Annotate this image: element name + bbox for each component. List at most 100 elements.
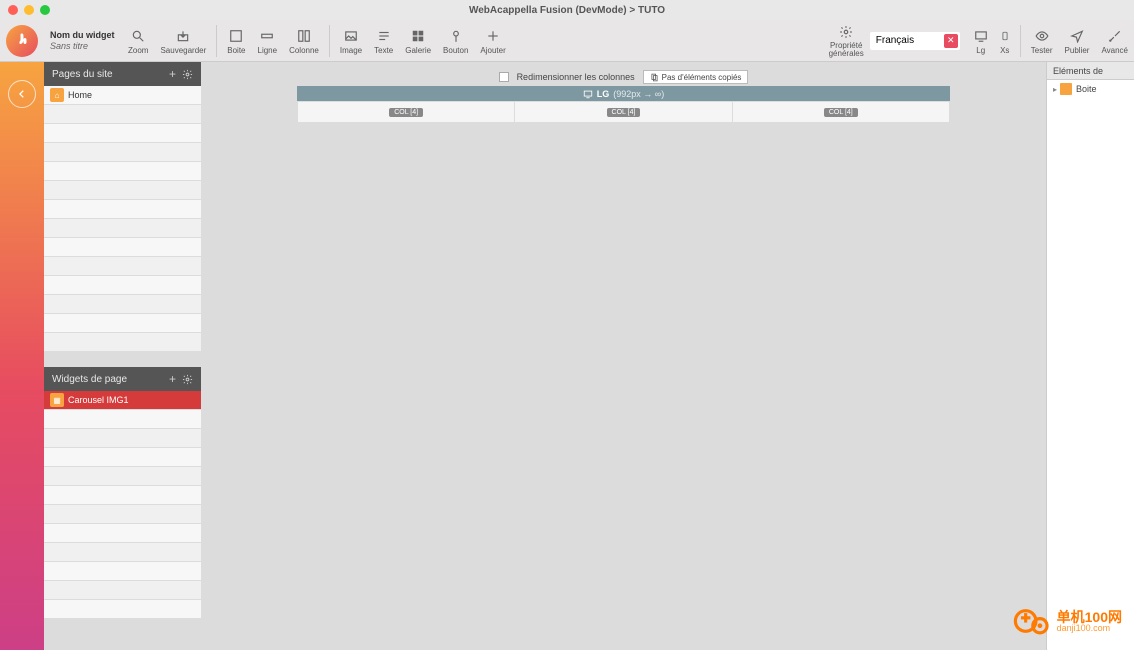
list-item[interactable] <box>44 162 201 180</box>
test-button[interactable]: Tester <box>1025 20 1059 62</box>
list-item[interactable] <box>44 333 201 351</box>
app-logo[interactable] <box>0 20 44 62</box>
list-item[interactable] <box>44 524 201 542</box>
clipboard-icon <box>650 73 659 82</box>
widgets-list: ▦ Carousel IMG1 <box>44 391 201 650</box>
resize-columns-checkbox[interactable] <box>499 72 509 82</box>
list-item[interactable] <box>44 219 201 237</box>
list-item[interactable] <box>44 562 201 580</box>
add-widget-button[interactable]: + <box>169 372 176 386</box>
add-button[interactable]: Ajouter <box>474 20 511 62</box>
zoom-icon <box>131 27 145 45</box>
button-button[interactable]: Bouton <box>437 20 474 62</box>
desktop-icon <box>974 27 988 45</box>
breakpoint-bar[interactable]: LG (992px → ∞) <box>297 86 950 101</box>
gallery-button[interactable]: Galerie <box>399 20 437 62</box>
properties-button[interactable]: Propriété générales <box>823 20 870 62</box>
text-button[interactable]: Texte <box>368 20 399 62</box>
widget-item-carousel[interactable]: ▦ Carousel IMG1 <box>44 391 201 409</box>
page-item-label: Home <box>68 90 92 100</box>
list-item[interactable] <box>44 238 201 256</box>
list-item[interactable] <box>44 143 201 161</box>
column-icon <box>297 27 311 45</box>
list-item[interactable] <box>44 105 201 123</box>
window-titlebar: WebAcappella Fusion (DevMode) > TUTO <box>0 0 1134 20</box>
list-item[interactable] <box>44 410 201 428</box>
maximize-window-icon[interactable] <box>40 5 50 15</box>
watermark: 单机100网 danji100.com <box>1013 602 1122 640</box>
resize-columns-label: Redimensionner les colonnes <box>517 72 635 82</box>
close-window-icon[interactable] <box>8 5 18 15</box>
button-icon <box>449 27 463 45</box>
chevron-left-icon <box>17 89 27 99</box>
main-toolbar: Nom du widget Sans titre Zoom Sauvegarde… <box>0 20 1134 62</box>
gear-icon <box>182 374 193 385</box>
list-item[interactable] <box>44 124 201 142</box>
image-button[interactable]: Image <box>334 20 368 62</box>
widgets-panel-title: Widgets de page <box>52 374 163 385</box>
widgets-settings-button[interactable] <box>182 374 193 385</box>
page-item-home[interactable]: ⌂ Home <box>44 86 201 104</box>
eye-icon <box>1035 27 1049 45</box>
language-badge-icon: ✕ <box>944 34 958 48</box>
list-item[interactable] <box>44 181 201 199</box>
list-item[interactable] <box>44 314 201 332</box>
publish-button[interactable]: Publier <box>1059 20 1096 62</box>
row-icon <box>260 27 274 45</box>
column-cell[interactable]: COL [4] <box>298 102 515 122</box>
list-item[interactable] <box>44 600 201 618</box>
widgets-panel: Widgets de page + ▦ Carousel IMG1 <box>44 367 201 650</box>
list-item[interactable] <box>44 448 201 466</box>
home-icon: ⌂ <box>50 88 64 102</box>
list-item[interactable] <box>44 505 201 523</box>
content-area: Pages du site + ⌂ Home <box>0 62 1134 650</box>
rail-collapse-button[interactable] <box>8 80 36 108</box>
list-item[interactable] <box>44 276 201 294</box>
box-icon <box>229 27 243 45</box>
left-rail <box>0 62 44 650</box>
clipboard-button[interactable]: Pas d'éléments copiés <box>643 70 749 84</box>
pages-list: ⌂ Home <box>44 86 201 367</box>
column-badge: COL [4] <box>607 108 641 117</box>
save-icon <box>176 27 190 45</box>
breakpoint-range: (992px → ∞) <box>613 89 664 99</box>
save-button[interactable]: Sauvegarder <box>154 20 212 62</box>
column-button[interactable]: Colonne <box>283 20 325 62</box>
columns-row[interactable]: COL [4] COL [4] COL [4] <box>297 101 950 123</box>
gear-icon <box>182 69 193 80</box>
elements-tree-item[interactable]: ▸ Boite <box>1047 80 1134 98</box>
advanced-button[interactable]: Avancé <box>1095 20 1134 62</box>
column-cell[interactable]: COL [4] <box>733 102 949 122</box>
pages-panel: Pages du site + ⌂ Home <box>44 62 201 367</box>
left-panel: Pages du site + ⌂ Home <box>44 62 201 650</box>
lg-viewport-button[interactable]: Lg <box>968 20 994 62</box>
watermark-line2: danji100.com <box>1057 624 1122 633</box>
list-item[interactable] <box>44 257 201 275</box>
image-icon <box>344 27 358 45</box>
mobile-icon <box>1000 27 1010 45</box>
right-panel-title: Eléments de <box>1047 62 1134 80</box>
list-item[interactable] <box>44 581 201 599</box>
row-button[interactable]: Ligne <box>252 20 284 62</box>
list-item[interactable] <box>44 543 201 561</box>
window-title: WebAcappella Fusion (DevMode) > TUTO <box>469 5 665 16</box>
list-item[interactable] <box>44 200 201 218</box>
pages-settings-button[interactable] <box>182 69 193 80</box>
minimize-window-icon[interactable] <box>24 5 34 15</box>
add-page-button[interactable]: + <box>169 67 176 81</box>
xs-viewport-button[interactable]: Xs <box>994 20 1016 62</box>
list-item[interactable] <box>44 467 201 485</box>
design-canvas[interactable]: Redimensionner les colonnes Pas d'élémen… <box>201 62 1046 650</box>
list-item[interactable] <box>44 429 201 447</box>
watermark-line1: 单机100网 <box>1057 610 1122 624</box>
column-cell[interactable]: COL [4] <box>515 102 732 122</box>
list-item[interactable] <box>44 486 201 504</box>
list-item[interactable] <box>44 295 201 313</box>
language-select[interactable]: Français ✕ <box>870 32 960 50</box>
box-button[interactable]: Boite <box>221 20 251 62</box>
canvas-toolbar: Redimensionner les colonnes Pas d'élémen… <box>297 68 950 86</box>
column-badge: COL [4] <box>824 108 858 117</box>
widgets-panel-header: Widgets de page + <box>44 367 201 391</box>
zoom-button[interactable]: Zoom <box>122 20 154 62</box>
widget-name-value: Sans titre <box>50 41 116 52</box>
